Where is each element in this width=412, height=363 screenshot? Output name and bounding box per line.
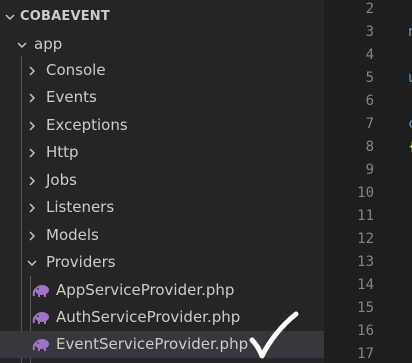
chevron-down-icon <box>14 37 30 53</box>
code-fragment: c <box>408 113 412 136</box>
line-number: 11 <box>357 208 374 224</box>
tree-item-events[interactable]: Events <box>0 84 324 111</box>
tree-item-label: Providers <box>46 253 116 271</box>
php-elephant-icon <box>32 338 50 352</box>
chevron-right-icon <box>24 90 40 106</box>
php-elephant-icon <box>32 311 50 325</box>
line-number: 2 <box>365 1 374 17</box>
line-number: 6 <box>365 93 374 109</box>
tree-item-label: app <box>34 35 63 53</box>
line-number: 12 <box>357 231 374 247</box>
line-number: 13 <box>357 254 374 270</box>
tree-item-label: Models <box>46 226 99 244</box>
explorer-root-folder[interactable]: COBAEVENT <box>0 3 324 30</box>
line-number: 3 <box>365 24 374 40</box>
tree-item-label: AuthServiceProvider.php <box>56 308 241 326</box>
line-number: 10 <box>357 185 374 201</box>
chevron-down-icon <box>24 255 40 271</box>
code-fragment: { <box>408 136 412 159</box>
line-number: 4 <box>365 47 374 63</box>
tree-item-label: EventServiceProvider.php <box>56 335 249 353</box>
chevron-right-icon <box>24 200 40 216</box>
tree-item-label: Http <box>46 143 79 161</box>
chevron-down-icon <box>2 9 18 25</box>
tree-item-label: Console <box>46 61 106 79</box>
tree-item-providers[interactable]: Providers <box>0 249 324 276</box>
tree-item-console[interactable]: Console <box>0 57 324 84</box>
checkmark-annotation-icon <box>249 311 299 359</box>
line-number: 15 <box>357 300 374 316</box>
tree-item-models[interactable]: Models <box>0 222 324 249</box>
tree-item-http[interactable]: Http <box>0 139 324 166</box>
code-editor[interactable]: 2 3 4 5 6 7 8 9 10 11 12 13 14 15 16 17 … <box>324 0 412 363</box>
line-number: 14 <box>357 277 374 293</box>
code-fragment: u <box>408 67 412 90</box>
tree-item-label: Listeners <box>46 198 115 216</box>
chevron-right-icon <box>24 173 40 189</box>
tree-item-label: Exceptions <box>46 116 128 134</box>
tree-item-jobs[interactable]: Jobs <box>0 167 324 194</box>
project-name: COBAEVENT <box>20 9 110 24</box>
file-explorer: COBAEVENT app Console Events Exceptions … <box>0 0 324 363</box>
line-number: 17 <box>357 346 374 362</box>
tree-file-appserviceprovider[interactable]: AppServiceProvider.php <box>0 277 324 304</box>
line-number: 9 <box>365 162 374 178</box>
line-number: 7 <box>365 116 374 132</box>
line-number: 5 <box>365 70 374 86</box>
tree-item-app[interactable]: app <box>0 31 324 58</box>
chevron-right-icon <box>24 228 40 244</box>
tree-item-label: Events <box>46 88 97 106</box>
php-elephant-icon <box>32 284 50 298</box>
chevron-right-icon <box>24 118 40 134</box>
code-fragment: n <box>408 21 412 44</box>
chevron-right-icon <box>24 145 40 161</box>
tree-item-label: AppServiceProvider.php <box>56 281 235 299</box>
tree-item-label: Jobs <box>46 171 77 189</box>
tree-item-exceptions[interactable]: Exceptions <box>0 112 324 139</box>
line-number: 16 <box>357 323 374 339</box>
tree-item-listeners[interactable]: Listeners <box>0 194 324 221</box>
line-number: 8 <box>365 139 374 155</box>
chevron-right-icon <box>24 63 40 79</box>
